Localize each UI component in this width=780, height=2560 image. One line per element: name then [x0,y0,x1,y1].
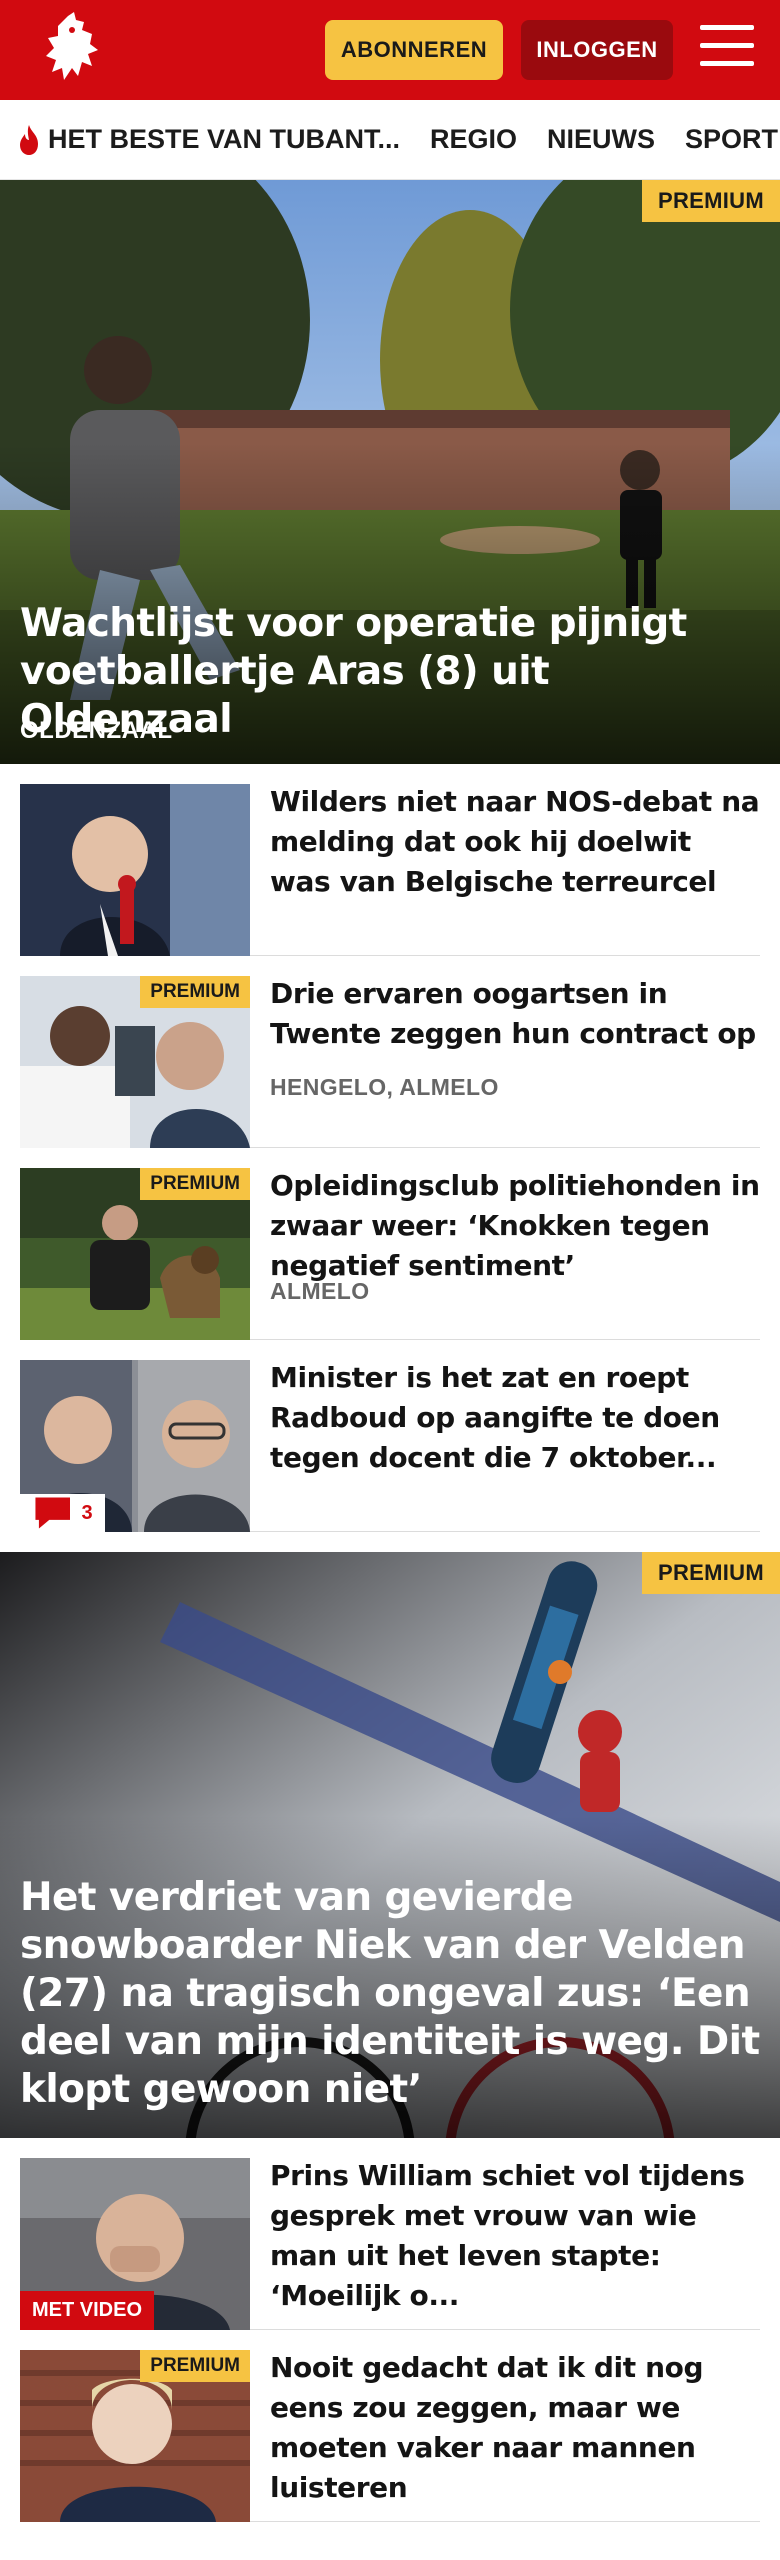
hero-location: OLDENZAAL [20,717,173,744]
menu-icon[interactable] [700,25,754,73]
article-thumbnail: PREMIUM [20,976,250,1148]
premium-badge: PREMIUM [140,976,250,1008]
list-item[interactable]: PREMIUM Drie ervaren oogartsen in Twente… [20,956,760,1148]
article-headline[interactable]: Minister is het zat en roept Radboud op … [270,1358,760,1478]
premium-badge: PREMIUM [642,1552,780,1594]
article-headline[interactable]: Wilders niet naar NOS-debat na melding d… [270,782,760,902]
nav-item-sport[interactable]: SPORT [685,124,778,155]
nav-item-best-of[interactable]: HET BESTE VAN TUBANT... [16,124,400,156]
article-list: Wilders niet naar NOS-debat na melding d… [0,764,780,1532]
article-headline[interactable]: Drie ervaren oogartsen in Twente zeggen … [270,974,760,1054]
comment-count: 3 [81,1501,93,1524]
article-list-2: MET VIDEO Prins William schiet vol tijde… [0,2138,780,2522]
article-location: HENGELO, ALMELO [270,1074,499,1100]
login-button[interactable]: INLOGGEN [521,20,673,80]
list-item[interactable]: 3 Minister is het zat en roept Radboud o… [20,1340,760,1532]
list-item[interactable]: MET VIDEO Prins William schiet vol tijde… [20,2138,760,2330]
article-headline[interactable]: Nooit gedacht dat ik dit nog eens zou ze… [270,2348,760,2508]
nav-item-nieuws[interactable]: NIEUWS [547,124,655,155]
hero-article[interactable]: PREMIUM Wachtlijst voor operatie pijnigt… [0,180,780,764]
list-item[interactable]: PREMIUM Nooit gedacht dat ik dit nog een… [20,2330,760,2522]
top-header: ABONNEREN INLOGGEN [0,0,780,100]
flame-icon [20,124,38,155]
article-headline[interactable]: Opleidingsclub politiehonden in zwaar we… [270,1166,760,1286]
subscribe-button[interactable]: ABONNEREN [325,20,503,80]
comment-icon [35,1497,70,1529]
video-badge: MET VIDEO [20,2291,155,2330]
nav-item-label: HET BESTE VAN TUBANT... [48,124,401,154]
article-thumbnail: 3 [20,1360,250,1532]
article-thumbnail: MET VIDEO [20,2158,250,2330]
article-thumbnail: PREMIUM [20,2350,250,2522]
list-item[interactable]: Wilders niet naar NOS-debat na melding d… [20,764,760,956]
premium-badge: PREMIUM [642,180,780,222]
list-item[interactable]: PREMIUM Opleidingsclub politiehonden in … [20,1148,760,1340]
nav-item-regio[interactable]: REGIO [430,124,517,155]
article-location: ALMELO [270,1278,370,1304]
hero-headline[interactable]: Het verdriet van gevierde snowboar­der N… [20,1874,760,2114]
section-nav: HET BESTE VAN TUBANT... REGIO NIEUWS SPO… [0,100,780,180]
article-thumbnail [20,784,250,956]
tubantia-horse-logo[interactable] [38,10,108,90]
hero-article-2[interactable]: PREMIUM Het verdriet van gevierde snowbo… [0,1552,780,2138]
article-headline[interactable]: Prins William schiet vol tijdens gesprek… [270,2156,760,2316]
premium-badge: PREMIUM [140,1168,250,1200]
article-thumbnail: PREMIUM [20,1168,250,1340]
comment-count-badge[interactable]: 3 [20,1494,105,1532]
premium-badge: PREMIUM [140,2350,250,2382]
